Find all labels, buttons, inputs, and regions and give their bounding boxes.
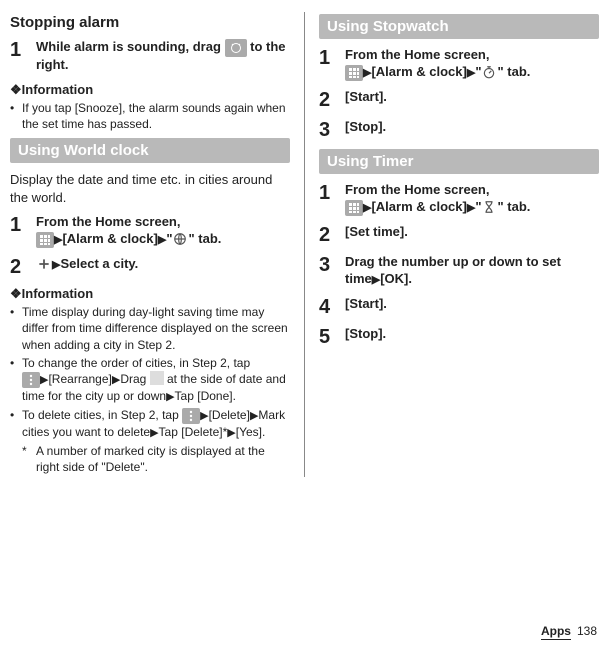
bullet-item: • If you tap [Snooze], the alarm sounds … <box>10 100 290 132</box>
arrow-icon: ▶ <box>372 274 380 286</box>
text: While alarm is sounding, drag <box>36 39 225 54</box>
step-text: Drag the number up or down to set time▶[… <box>345 254 599 288</box>
hourglass-icon <box>481 199 497 215</box>
bullet-text: To change the order of cities, in Step 2… <box>22 355 290 405</box>
text: From the Home screen, <box>345 47 490 62</box>
stopwatch-icon <box>481 64 497 80</box>
text: " tab. <box>497 64 530 79</box>
bullet-text: To delete cities, in Step 2, tap ▶[Delet… <box>22 407 290 441</box>
text: [Yes]. <box>236 425 266 439</box>
step-number: 1 <box>10 39 36 74</box>
step-row: 2 [Set time]. <box>319 224 599 246</box>
step-row: 2 ▶Select a city. <box>10 256 290 278</box>
plus-icon <box>36 256 52 272</box>
step-row: 1 From the Home screen, ▶[Alarm & clock]… <box>319 182 599 216</box>
page-number: 138 <box>577 624 597 638</box>
text: Tap [Delete] <box>159 425 223 439</box>
step-number: 1 <box>10 214 36 248</box>
column-divider <box>304 12 305 477</box>
step-number: 3 <box>319 119 345 141</box>
arrow-icon: ▶ <box>166 391 174 403</box>
timer-heading: Using Timer <box>319 149 599 174</box>
bullet-mark: • <box>10 304 22 353</box>
step-row: 1 While alarm is sounding, drag to the r… <box>10 39 290 74</box>
step-text: [Stop]. <box>345 326 599 348</box>
text: Drag <box>120 372 149 386</box>
apps-grid-icon <box>345 65 363 81</box>
text: From the Home screen, <box>36 214 181 229</box>
step-row: 2 [Start]. <box>319 89 599 111</box>
bullet-mark: • <box>10 407 22 441</box>
text: [Alarm & clock] <box>62 231 157 246</box>
left-column: Stopping alarm 1 While alarm is sounding… <box>10 8 290 477</box>
alarm-slider-icon <box>225 39 247 57</box>
footnote-text: A number of marked city is displayed at … <box>36 443 290 475</box>
step-text: [Start]. <box>345 296 599 318</box>
right-column: Using Stopwatch 1 From the Home screen, … <box>319 8 599 477</box>
text: [Delete] <box>209 408 250 422</box>
stopping-alarm-title: Stopping alarm <box>10 14 290 31</box>
world-clock-heading: Using World clock <box>10 138 290 163</box>
step-text: From the Home screen, ▶[Alarm & clock]▶"… <box>345 47 599 81</box>
bullet-item: • To change the order of cities, in Step… <box>10 355 290 405</box>
bullet-text: Time display during day-light saving tim… <box>22 304 290 353</box>
step-text: [Start]. <box>345 89 599 111</box>
step-text: [Set time]. <box>345 224 599 246</box>
world-clock-desc: Display the date and time etc. in cities… <box>10 171 290 206</box>
information-heading: ❖Information <box>10 82 290 98</box>
bullet-item: • Time display during day-light saving t… <box>10 304 290 353</box>
bullet-mark: • <box>10 100 22 132</box>
information-heading: ❖Information <box>10 286 290 302</box>
step-number: 2 <box>319 89 345 111</box>
text: [Rearrange] <box>48 372 111 386</box>
page-footer: Apps 138 <box>541 624 597 640</box>
step-number: 2 <box>319 224 345 246</box>
step-row: 5 [Stop]. <box>319 326 599 348</box>
apps-grid-icon <box>345 200 363 216</box>
menu-dots-icon <box>22 372 40 388</box>
apps-grid-icon <box>36 232 54 248</box>
text: Tap [Done]. <box>175 389 236 403</box>
step-number: 1 <box>319 47 345 81</box>
step-text: From the Home screen, ▶[Alarm & clock]▶"… <box>345 182 599 216</box>
step-row: 1 From the Home screen, ▶[Alarm & clock]… <box>10 214 290 248</box>
footer-section-label: Apps <box>541 624 571 640</box>
text: To delete cities, in Step 2, tap <box>22 408 182 422</box>
menu-dots-icon <box>182 408 200 424</box>
step-number: 4 <box>319 296 345 318</box>
footnote: * A number of marked city is displayed a… <box>22 443 290 475</box>
arrow-icon: ▶ <box>200 410 208 422</box>
text: [OK]. <box>380 271 412 286</box>
step-number: 2 <box>10 256 36 278</box>
arrow-icon: ▶ <box>227 427 235 439</box>
step-number: 1 <box>319 182 345 216</box>
arrow-icon: ▶ <box>150 427 158 439</box>
bullet-mark: • <box>10 355 22 405</box>
text: [Alarm & clock] <box>371 199 466 214</box>
bullet-item: • To delete cities, in Step 2, tap ▶[Del… <box>10 407 290 441</box>
text: " tab. <box>497 199 530 214</box>
text: [Alarm & clock] <box>371 64 466 79</box>
text: Select a city. <box>60 256 138 271</box>
step-row: 3 [Stop]. <box>319 119 599 141</box>
bullet-text: If you tap [Snooze], the alarm sounds ag… <box>22 100 290 132</box>
step-number: 5 <box>319 326 345 348</box>
text: From the Home screen, <box>345 182 490 197</box>
globe-icon <box>172 231 188 247</box>
step-text: [Stop]. <box>345 119 599 141</box>
stopwatch-heading: Using Stopwatch <box>319 14 599 39</box>
step-number: 3 <box>319 254 345 288</box>
footnote-mark: * <box>22 443 36 475</box>
text: To change the order of cities, in Step 2… <box>22 356 250 370</box>
text: " tab. <box>188 231 221 246</box>
step-row: 3 Drag the number up or down to set time… <box>319 254 599 288</box>
step-row: 1 From the Home screen, ▶[Alarm & clock]… <box>319 47 599 81</box>
step-row: 4 [Start]. <box>319 296 599 318</box>
step-text: While alarm is sounding, drag to the rig… <box>36 39 290 74</box>
step-text: From the Home screen, ▶[Alarm & clock]▶"… <box>36 214 290 248</box>
step-text: ▶Select a city. <box>36 256 290 278</box>
drag-handle-icon <box>150 371 164 385</box>
